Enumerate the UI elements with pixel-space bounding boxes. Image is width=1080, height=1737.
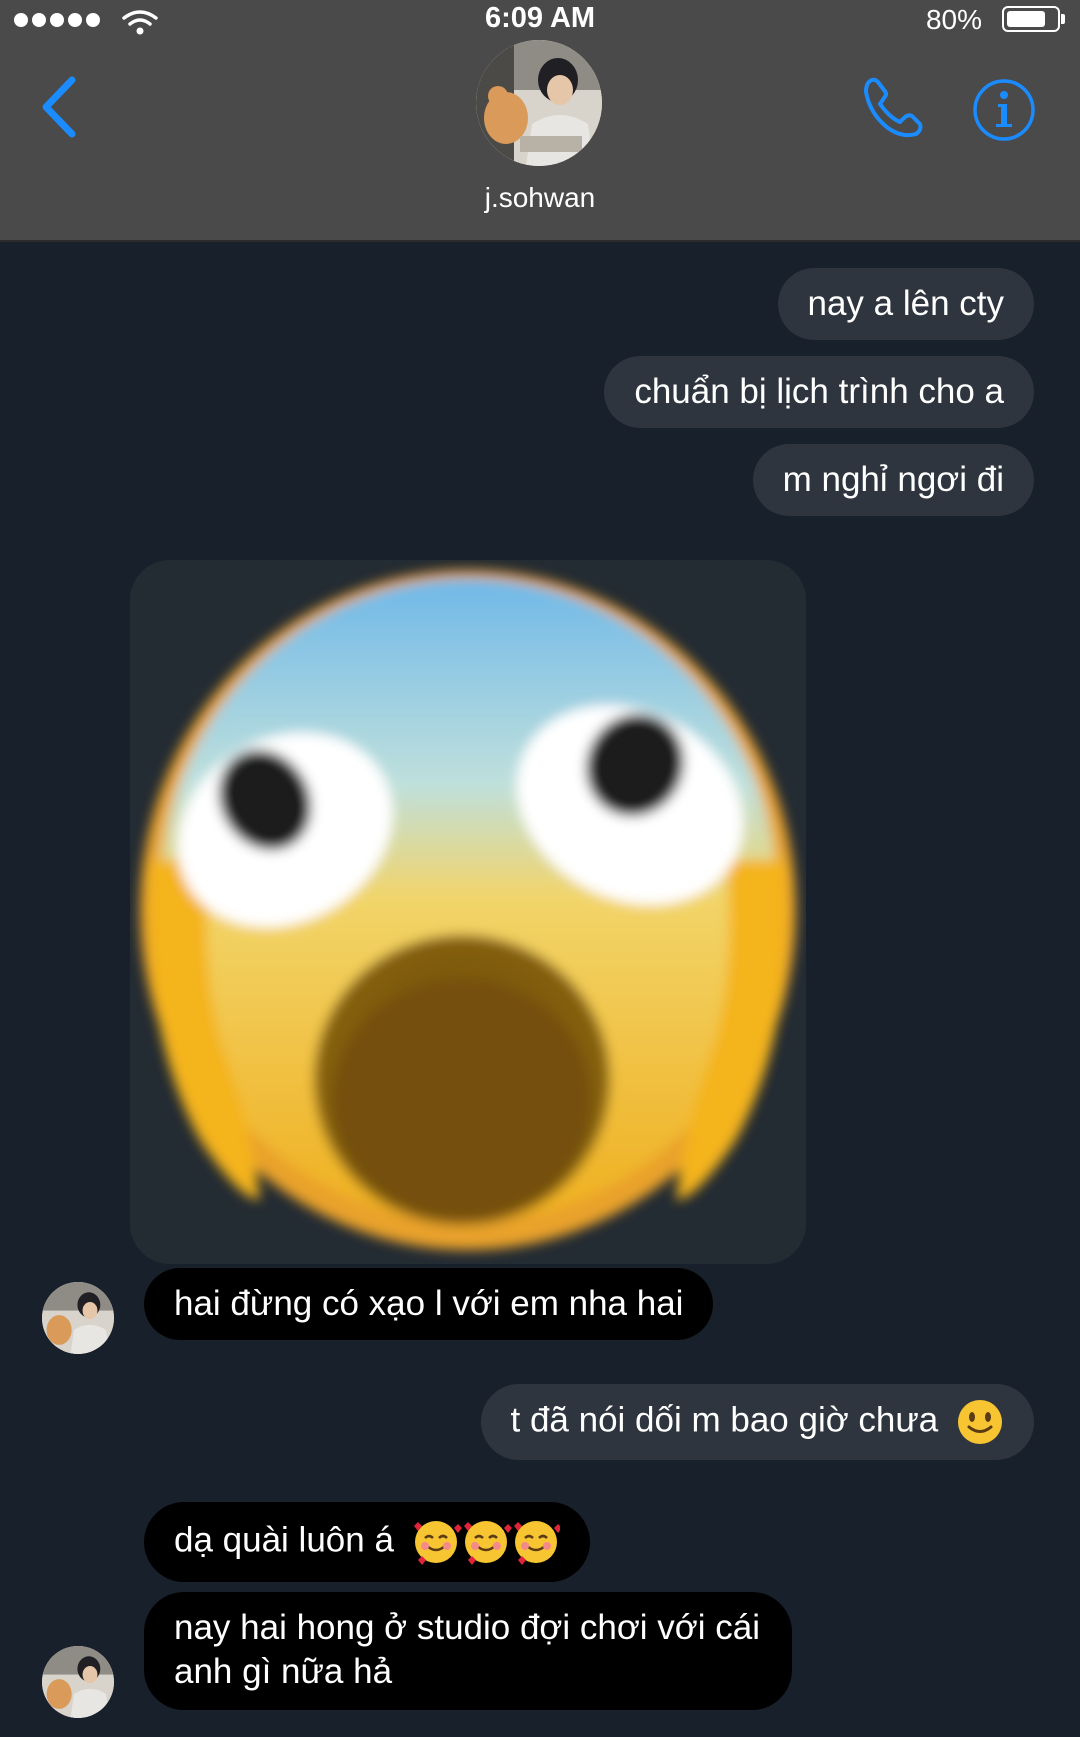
contact-name[interactable]: j.sohwan	[0, 182, 1080, 214]
battery-icon	[1002, 6, 1065, 32]
message-bubble-outgoing[interactable]: nay a lên cty	[777, 268, 1034, 340]
phone-icon[interactable]	[858, 72, 928, 142]
status-time: 6:09 AM	[484, 2, 596, 34]
message-bubble-incoming[interactable]: nay hai hong ở studio đợi chơi với cái a…	[144, 1592, 792, 1710]
message-bubble-outgoing[interactable]: chuẩn bị lịch trình cho a	[604, 356, 1034, 428]
message-text: nay a lên cty	[807, 284, 1005, 323]
sticker-message[interactable]	[130, 560, 806, 1264]
message-text: dạ quài luôn á	[174, 1520, 394, 1560]
message-text: chuẩn bị lịch trình cho a	[634, 372, 1004, 411]
status-bar: 6:09 AM 80%	[0, 0, 1080, 40]
battery-percent: 80%	[925, 4, 982, 35]
info-icon[interactable]	[972, 78, 1036, 142]
contact-avatar-small[interactable]	[42, 1282, 114, 1354]
message-bubble-incoming[interactable]: dạ quài luôn á	[144, 1502, 590, 1582]
contact-avatar[interactable]	[476, 40, 602, 166]
message-text-line: anh gì nữa hả	[174, 1652, 393, 1691]
message-bubble-outgoing[interactable]: t đã nói dối m bao giờ chưa	[480, 1384, 1034, 1460]
message-text: t đã nói dối m bao giờ chưa	[510, 1400, 939, 1440]
message-bubble-incoming[interactable]: hai đừng có xạo l với em nha hai	[144, 1268, 714, 1340]
message-text: hai đừng có xạo l với em nha hai	[174, 1284, 684, 1323]
message-text-line: nay hai hong ở studio đợi chơi với cái	[174, 1608, 760, 1647]
message-text: m nghỉ ngơi đi	[782, 460, 1004, 499]
message-bubble-outgoing[interactable]: m nghỉ ngơi đi	[752, 444, 1034, 516]
slightly-smiling-face-icon	[958, 1400, 1002, 1444]
chevron-left-icon[interactable]	[36, 72, 86, 142]
screaming-face-emoji-icon	[140, 570, 796, 1250]
chat-header: 6:09 AM 80% j.sohwan	[0, 0, 1080, 242]
contact-avatar-small[interactable]	[42, 1646, 114, 1718]
smiling-face-with-hearts-icon	[410, 1520, 560, 1565]
